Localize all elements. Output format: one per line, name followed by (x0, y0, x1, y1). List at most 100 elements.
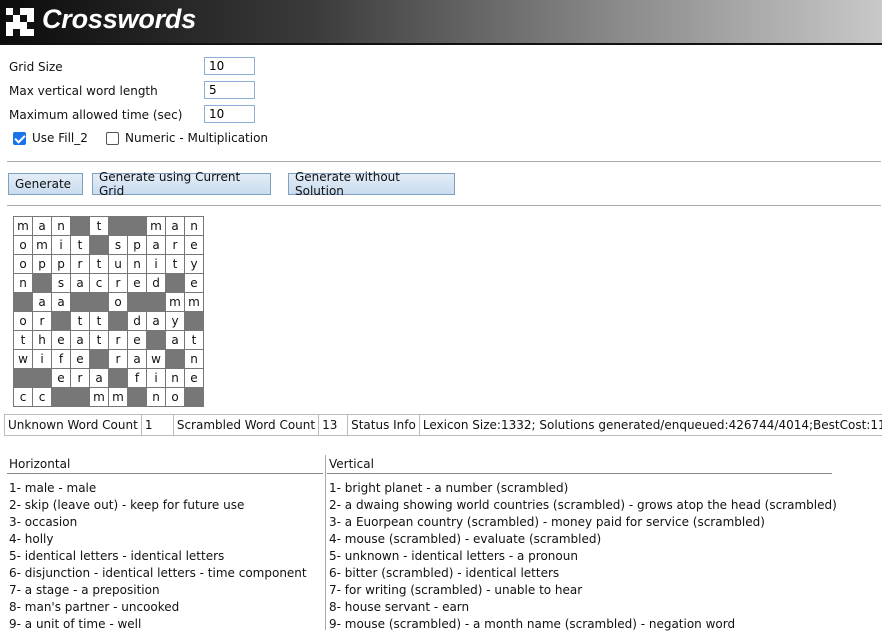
grid-cell[interactable]: m (185, 293, 204, 312)
grid-cell[interactable]: i (147, 369, 166, 388)
grid-cell[interactable]: w (147, 350, 166, 369)
grid-cell[interactable]: e (52, 369, 71, 388)
grid-cell[interactable]: a (147, 312, 166, 331)
grid-cell[interactable]: a (166, 331, 185, 350)
grid-cell[interactable]: r (33, 312, 52, 331)
grid-cell[interactable]: t (14, 331, 33, 350)
grid-cell-blocked (90, 293, 109, 312)
grid-cell[interactable]: a (71, 274, 90, 293)
grid-cell[interactable]: a (33, 293, 52, 312)
max-time-input[interactable] (204, 105, 255, 123)
grid-cell[interactable]: d (128, 312, 147, 331)
grid-cell-blocked (33, 369, 52, 388)
grid-cell[interactable]: n (166, 369, 185, 388)
grid-cell[interactable]: r (109, 331, 128, 350)
max-vertical-input[interactable] (204, 81, 255, 99)
grid-cell[interactable]: e (71, 350, 90, 369)
column-divider (325, 455, 326, 630)
grid-cell[interactable]: y (185, 255, 204, 274)
grid-cell[interactable]: n (14, 274, 33, 293)
grid-cell[interactable]: i (33, 350, 52, 369)
grid-cell[interactable]: e (185, 369, 204, 388)
grid-cell[interactable]: r (71, 369, 90, 388)
use-fill-checkbox-row[interactable]: Use Fill_2 (13, 131, 88, 145)
clue-item: 2- skip (leave out) - keep for future us… (9, 498, 245, 512)
grid-cell[interactable]: a (52, 293, 71, 312)
grid-cell[interactable]: i (147, 255, 166, 274)
grid-cell[interactable]: p (128, 236, 147, 255)
grid-cell[interactable]: o (166, 388, 185, 407)
grid-cell[interactable]: m (14, 217, 33, 236)
generate-without-solution-button[interactable]: Generate without Solution (288, 170, 455, 198)
grid-cell[interactable]: t (71, 312, 90, 331)
grid-cell-blocked (109, 369, 128, 388)
grid-cell[interactable]: a (128, 350, 147, 369)
grid-cell-blocked (71, 217, 90, 236)
grid-cell[interactable]: e (128, 331, 147, 350)
grid-cell[interactable]: o (14, 312, 33, 331)
numeric-checkbox-row[interactable]: Numeric - Multiplication (106, 131, 268, 145)
grid-cell[interactable]: m (147, 217, 166, 236)
grid-cell[interactable]: o (109, 293, 128, 312)
grid-cell[interactable]: y (166, 312, 185, 331)
grid-cell[interactable]: a (166, 217, 185, 236)
grid-cell[interactable]: p (52, 255, 71, 274)
grid-cell[interactable]: e (185, 274, 204, 293)
grid-cell[interactable]: f (128, 369, 147, 388)
grid-cell[interactable]: n (147, 388, 166, 407)
grid-cell[interactable]: t (90, 217, 109, 236)
use-fill-checkbox[interactable] (13, 131, 26, 145)
grid-cell[interactable]: d (147, 274, 166, 293)
clue-item: 1- bright planet - a number (scrambled) (329, 481, 569, 495)
numeric-label: Numeric - Multiplication (125, 131, 269, 145)
grid-cell[interactable]: n (185, 217, 204, 236)
grid-cell[interactable]: r (109, 350, 128, 369)
grid-cell[interactable]: f (52, 350, 71, 369)
grid-cell-blocked (14, 369, 33, 388)
grid-cell[interactable]: e (185, 236, 204, 255)
grid-cell[interactable]: a (33, 217, 52, 236)
grid-cell[interactable]: h (33, 331, 52, 350)
grid-cell[interactable]: c (33, 388, 52, 407)
grid-cell[interactable]: c (14, 388, 33, 407)
grid-cell[interactable]: t (90, 255, 109, 274)
grid-cell[interactable]: e (128, 274, 147, 293)
grid-cell[interactable]: a (90, 369, 109, 388)
grid-cell[interactable]: m (90, 388, 109, 407)
grid-size-input[interactable] (204, 57, 255, 75)
grid-cell[interactable]: t (90, 331, 109, 350)
grid-cell[interactable]: m (166, 293, 185, 312)
grid-cell[interactable]: n (128, 255, 147, 274)
grid-cell[interactable]: t (166, 255, 185, 274)
grid-cell[interactable]: o (14, 255, 33, 274)
grid-cell[interactable]: r (109, 274, 128, 293)
clue-item: 4- holly (9, 532, 54, 546)
grid-cell[interactable]: n (52, 217, 71, 236)
grid-cell[interactable]: s (52, 274, 71, 293)
grid-cell[interactable]: t (90, 312, 109, 331)
grid-cell[interactable]: m (109, 388, 128, 407)
grid-cell[interactable]: a (147, 236, 166, 255)
use-fill-label: Use Fill_2 (32, 131, 88, 145)
grid-cell[interactable]: m (33, 236, 52, 255)
generate-current-grid-button[interactable]: Generate using Current Grid (92, 170, 271, 198)
grid-cell[interactable]: s (109, 236, 128, 255)
grid-cell[interactable]: n (185, 350, 204, 369)
grid-cell[interactable]: w (14, 350, 33, 369)
grid-cell[interactable]: i (52, 236, 71, 255)
numeric-checkbox[interactable] (106, 131, 119, 145)
grid-cell[interactable]: o (14, 236, 33, 255)
grid-cell[interactable]: r (71, 255, 90, 274)
grid-cell[interactable]: u (109, 255, 128, 274)
clue-item: 8- man's partner - uncooked (9, 600, 180, 614)
clue-item: 2- a dwaing showing world countries (scr… (329, 498, 837, 512)
grid-cell[interactable]: a (71, 331, 90, 350)
grid-cell[interactable]: c (90, 274, 109, 293)
grid-cell[interactable]: t (71, 236, 90, 255)
grid-cell[interactable]: t (185, 331, 204, 350)
grid-cell[interactable]: p (33, 255, 52, 274)
grid-cell[interactable]: r (166, 236, 185, 255)
generate-button[interactable]: Generate (8, 173, 83, 195)
crossword-grid: mantmanomitspareopprtunitynsacredeaaommo… (13, 216, 204, 407)
grid-cell[interactable]: e (52, 331, 71, 350)
